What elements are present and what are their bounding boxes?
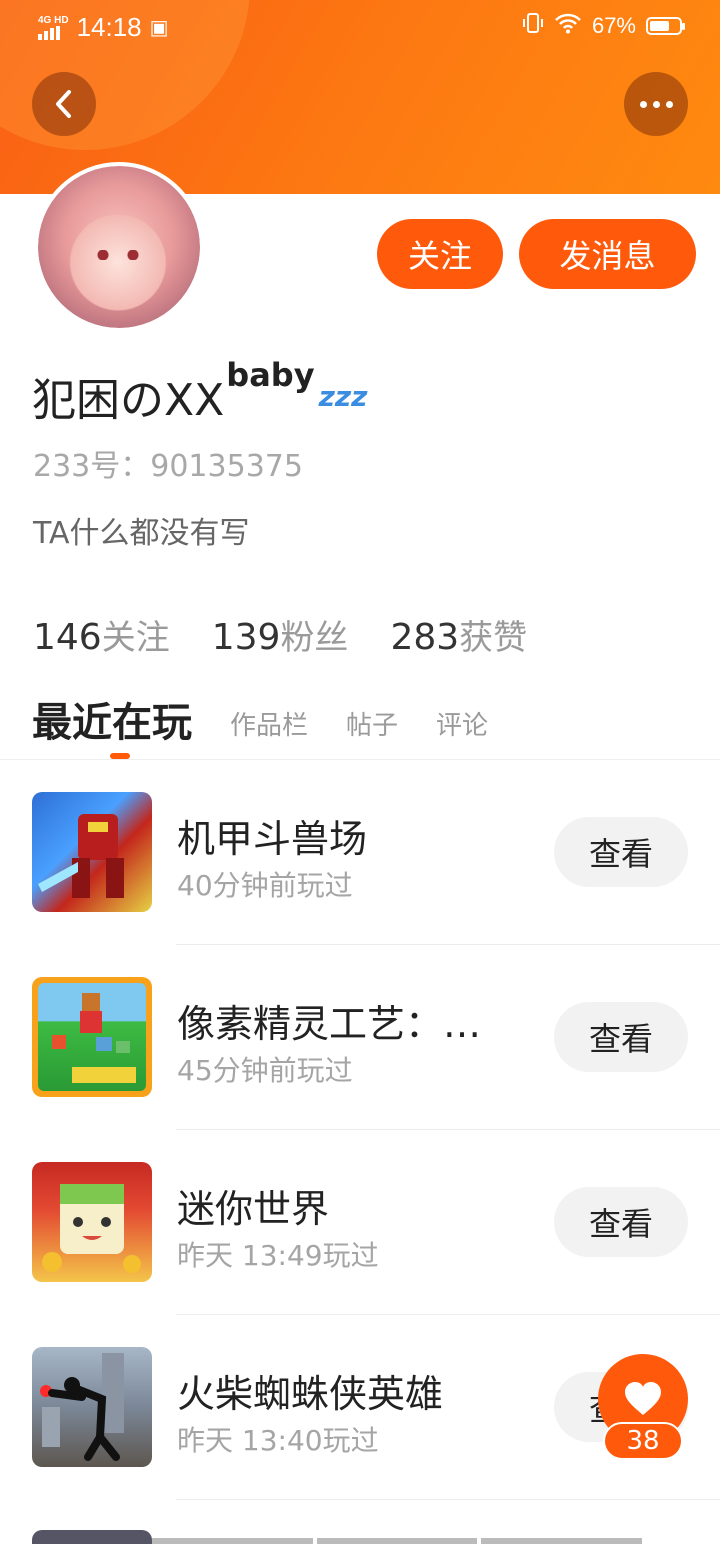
tab-works[interactable]: 作品栏 — [230, 705, 308, 752]
mecha-game-icon — [32, 792, 152, 912]
heart-icon — [625, 1382, 661, 1415]
follow-button[interactable]: 关注 — [377, 219, 503, 289]
more-dots-icon — [639, 100, 673, 108]
sleep-emoji-icon: zzz — [318, 380, 368, 413]
avatar[interactable] — [34, 162, 204, 332]
vibrate-icon — [522, 12, 544, 40]
chevron-left-icon — [56, 90, 71, 118]
next-row-peek — [152, 1538, 643, 1544]
stat-following-label: 关注 — [101, 618, 170, 658]
list-item[interactable]: 机甲斗兽场 40分钟前玩过 查看 — [0, 760, 720, 945]
tab-posts[interactable]: 帖子 — [346, 705, 398, 752]
battery-percent: 67% — [591, 13, 636, 38]
stat-likes-value: 283 — [390, 617, 460, 658]
stat-followers[interactable]: 139粉丝 — [212, 610, 349, 659]
status-left: 4G HD 14:18 ▣ — [38, 12, 169, 43]
stat-likes: 283获赞 — [390, 610, 527, 659]
game-name: 机甲斗兽场 — [177, 817, 368, 861]
stat-followers-value: 139 — [211, 617, 281, 658]
network-type: 4G HD — [38, 14, 69, 26]
game-name: 像素精灵工艺：… — [177, 1002, 482, 1046]
game-last-played: 昨天 13:49玩过 — [177, 1239, 379, 1272]
more-options-button[interactable] — [624, 72, 688, 136]
status-bar: 4G HD 14:18 ▣ 67% — [0, 0, 720, 58]
game-name: 火柴蜘蛛侠英雄 — [177, 1372, 444, 1416]
profile-stats: 146关注 139粉丝 283获赞 — [33, 610, 527, 659]
profile-tabs: 最近在玩 作品栏 帖子 评论 — [32, 690, 720, 752]
username: 犯困のXX baby zzz — [32, 356, 368, 428]
mini-world-game-icon — [32, 1162, 152, 1282]
wifi-icon — [554, 12, 582, 40]
notification-icon: ▣ — [149, 17, 169, 39]
user-bio: TA什么都没有写 — [33, 516, 250, 551]
list-item[interactable]: 像素精灵工艺：… 45分钟前玩过 查看 — [0, 945, 720, 1130]
tab-recently-played[interactable]: 最近在玩 — [32, 690, 192, 752]
game-name: 迷你世界 — [177, 1187, 330, 1231]
game-last-played: 40分钟前玩过 — [177, 869, 353, 902]
game-last-played: 昨天 13:40玩过 — [177, 1424, 379, 1457]
send-message-button[interactable]: 发消息 — [519, 219, 696, 289]
next-game-icon-peek — [32, 1530, 152, 1544]
username-superscript: baby — [226, 356, 315, 394]
stat-following[interactable]: 146关注 — [33, 610, 170, 659]
stat-followers-label: 粉丝 — [280, 618, 349, 658]
view-button[interactable]: 查看 — [554, 1002, 688, 1072]
game-last-played: 45分钟前玩过 — [177, 1054, 353, 1087]
view-button[interactable]: 查看 — [554, 817, 688, 887]
cellular-signal-icon: 4G HD — [38, 14, 69, 40]
username-text: 犯困のXX — [32, 375, 225, 426]
stat-following-value: 146 — [33, 617, 102, 658]
stickman-game-icon — [32, 1347, 152, 1467]
status-time: 14:18 — [76, 12, 142, 42]
battery-icon — [646, 17, 685, 35]
list-item[interactable]: 迷你世界 昨天 13:49玩过 查看 — [0, 1130, 720, 1315]
back-button[interactable] — [32, 72, 96, 136]
status-right: 67% — [522, 12, 685, 40]
stat-likes-label: 获赞 — [459, 618, 528, 658]
avatar-image — [38, 166, 200, 328]
user-id: 233号：90135375 — [33, 449, 303, 484]
pixelmon-game-icon — [32, 977, 152, 1097]
tab-comments[interactable]: 评论 — [436, 705, 488, 752]
like-count: 38 — [603, 1422, 683, 1460]
view-button[interactable]: 查看 — [554, 1187, 688, 1257]
row-divider — [176, 1499, 720, 1500]
